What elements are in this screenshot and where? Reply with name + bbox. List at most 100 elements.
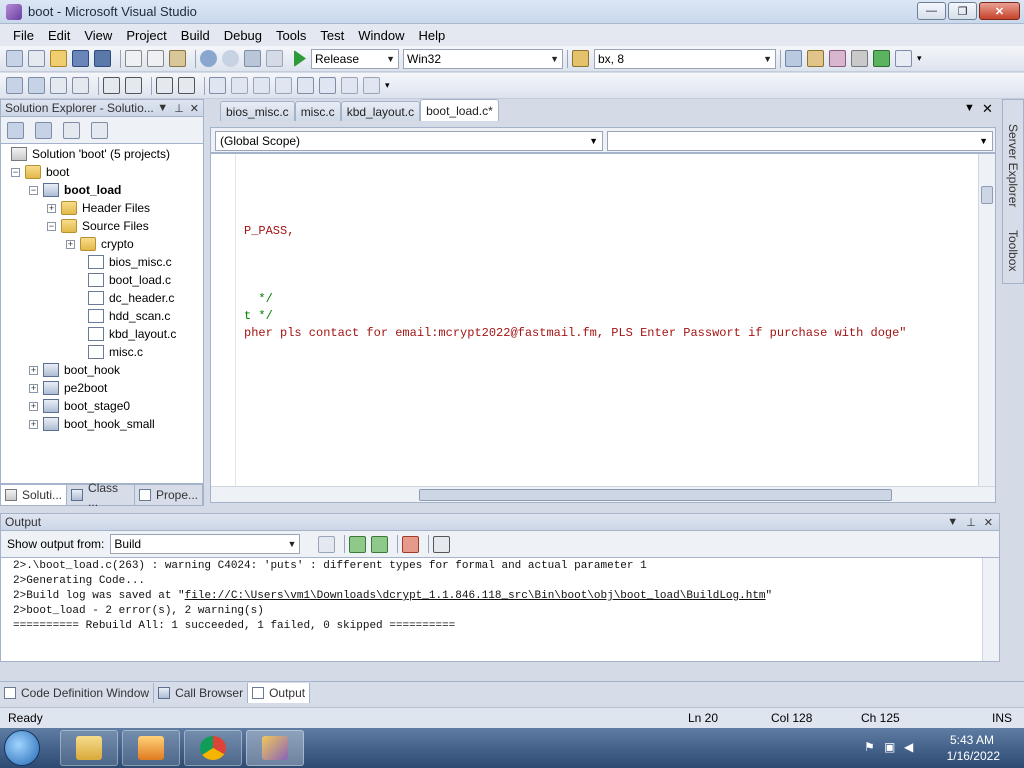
expand-icon[interactable]: +: [29, 401, 38, 411]
maximize-button[interactable]: ❐: [948, 2, 977, 20]
increase-indent-icon[interactable]: [125, 77, 142, 94]
close-icon[interactable]: ✕: [984, 516, 993, 529]
find-in-files-icon[interactable]: [572, 50, 589, 67]
code-line[interactable]: P_PASS,: [244, 224, 294, 238]
uncomment-lines-icon[interactable]: [178, 77, 195, 94]
vertical-scrollbar[interactable]: [982, 558, 999, 661]
tree-item-boot[interactable]: − boot: [11, 163, 69, 181]
start-button[interactable]: [4, 730, 40, 766]
code-line[interactable]: t */: [244, 309, 273, 323]
tab-property-manager[interactable]: Prope...: [135, 485, 203, 505]
menu-project[interactable]: Project: [119, 28, 173, 43]
copy-icon[interactable]: [147, 50, 164, 67]
scope-dropdown[interactable]: (Global Scope) ▼: [215, 131, 603, 151]
window-position-icon[interactable]: ▼: [157, 102, 168, 115]
server-explorer-tab[interactable]: Server Explorer: [1006, 124, 1020, 207]
taskbar-media-player[interactable]: [122, 730, 180, 766]
tab-code-definition-window[interactable]: Code Definition Window: [0, 682, 155, 703]
tab-misc[interactable]: misc.c: [294, 101, 341, 121]
horizontal-scrollbar[interactable]: [211, 486, 995, 502]
close-document-icon[interactable]: ✕: [982, 101, 993, 117]
clock-time[interactable]: 5:43 AM: [950, 733, 994, 747]
quick-info-icon[interactable]: [50, 77, 67, 94]
previous-bookmark-in-document-icon[interactable]: [319, 77, 336, 94]
tab-boot-load[interactable]: boot_load.c*: [420, 99, 499, 121]
object-browser-icon[interactable]: [829, 50, 846, 67]
output-text[interactable]: 2>.\boot_load.c(263) : warning C4024: 'p…: [0, 557, 1000, 662]
minimize-button[interactable]: —: [917, 2, 946, 20]
command-window-icon[interactable]: [895, 50, 912, 67]
scrollbar-thumb[interactable]: [419, 489, 892, 501]
tree-item-pe2boot[interactable]: + pe2boot: [29, 379, 107, 397]
find-message-in-code-icon[interactable]: [318, 535, 336, 553]
tab-solution-explorer[interactable]: Soluti...: [1, 485, 68, 505]
menu-help[interactable]: Help: [411, 28, 452, 43]
next-message-icon[interactable]: [371, 535, 389, 553]
platform-combo[interactable]: Win32 ▼: [403, 48, 563, 69]
code-line[interactable]: pher pls contact for email:mcrypt2022@fa…: [244, 326, 907, 340]
tab-output[interactable]: Output: [248, 682, 311, 703]
toolbox-tab[interactable]: Toolbox: [1006, 230, 1020, 271]
next-bookmark-in-document-icon[interactable]: [341, 77, 358, 94]
parameter-info-icon[interactable]: [28, 77, 45, 94]
tree-item-misc[interactable]: misc.c: [88, 343, 143, 361]
collapse-icon[interactable]: −: [11, 167, 20, 177]
tree-item-boot-load[interactable]: − boot_load: [29, 181, 121, 199]
toolbar-options-icon[interactable]: ▾: [385, 77, 395, 94]
undo-icon[interactable]: [200, 50, 217, 67]
new-project-icon[interactable]: [6, 50, 23, 67]
pin-icon[interactable]: ⊥: [966, 516, 976, 529]
vertical-scrollbar[interactable]: [978, 154, 995, 486]
scrollbar-thumb[interactable]: [981, 186, 993, 204]
active-files-icon[interactable]: ▼: [964, 102, 975, 114]
expand-icon[interactable]: +: [47, 203, 56, 213]
previous-message-icon[interactable]: [349, 535, 367, 553]
save-icon[interactable]: [72, 50, 89, 67]
show-all-files-icon[interactable]: [35, 121, 52, 139]
toolbar-options-icon[interactable]: ▾: [917, 50, 927, 67]
window-position-icon[interactable]: ▼: [947, 516, 958, 529]
start-page-icon[interactable]: [873, 50, 890, 67]
next-bookmark-icon[interactable]: [253, 77, 270, 94]
refresh-icon[interactable]: [63, 121, 80, 139]
tab-call-browser[interactable]: Call Browser: [154, 682, 249, 703]
menu-build[interactable]: Build: [174, 28, 217, 43]
action-center-icon[interactable]: ⚑: [864, 740, 875, 754]
tab-kbd-layout[interactable]: kbd_layout.c: [340, 101, 421, 121]
expand-icon[interactable]: +: [29, 383, 38, 393]
menu-edit[interactable]: Edit: [41, 28, 77, 43]
menu-file[interactable]: File: [6, 28, 41, 43]
build-log-link[interactable]: file://C:\Users\vm1\Downloads\dcrypt_1.1…: [185, 590, 766, 602]
properties-icon[interactable]: [807, 50, 824, 67]
expand-icon[interactable]: +: [29, 419, 38, 429]
network-icon[interactable]: ▣: [884, 740, 895, 754]
collapse-icon[interactable]: −: [29, 185, 38, 195]
redo-icon[interactable]: [222, 50, 239, 67]
menu-debug[interactable]: Debug: [217, 28, 269, 43]
tree-item-solution[interactable]: Solution 'boot' (5 projects): [11, 145, 170, 163]
code-editor[interactable]: P_PASS, */ t */ pher pls contact for ema…: [210, 153, 996, 503]
view-class-diagram-icon[interactable]: [91, 121, 108, 139]
paste-icon[interactable]: [169, 50, 186, 67]
toolbox-icon[interactable]: [851, 50, 868, 67]
taskbar-visual-studio[interactable]: [246, 730, 304, 766]
clear-all-icon[interactable]: [402, 535, 420, 553]
tree-item-boot-load-c[interactable]: boot_load.c: [88, 271, 171, 289]
tree-item-crypto[interactable]: + crypto: [66, 235, 134, 253]
properties-icon[interactable]: [7, 121, 24, 139]
add-item-icon[interactable]: [28, 50, 45, 67]
volume-icon[interactable]: ◀: [904, 740, 913, 754]
tree-item-boot-hook[interactable]: + boot_hook: [29, 361, 120, 379]
clear-bookmarks-icon[interactable]: [363, 77, 380, 94]
menu-view[interactable]: View: [77, 28, 119, 43]
navigate-forward-icon[interactable]: [266, 50, 283, 67]
decrease-indent-icon[interactable]: [103, 77, 120, 94]
navigate-backward-icon[interactable]: [244, 50, 261, 67]
expand-icon[interactable]: +: [66, 239, 75, 249]
menu-window[interactable]: Window: [351, 28, 411, 43]
tree-item-boot-hook-small[interactable]: + boot_hook_small: [29, 415, 155, 433]
find-combo[interactable]: bx, 8 ▼: [594, 48, 776, 69]
next-bookmark-in-folder-icon[interactable]: [297, 77, 314, 94]
tree-item-source-files[interactable]: − Source Files: [47, 217, 149, 235]
clock-date[interactable]: 1/16/2022: [947, 749, 1000, 763]
